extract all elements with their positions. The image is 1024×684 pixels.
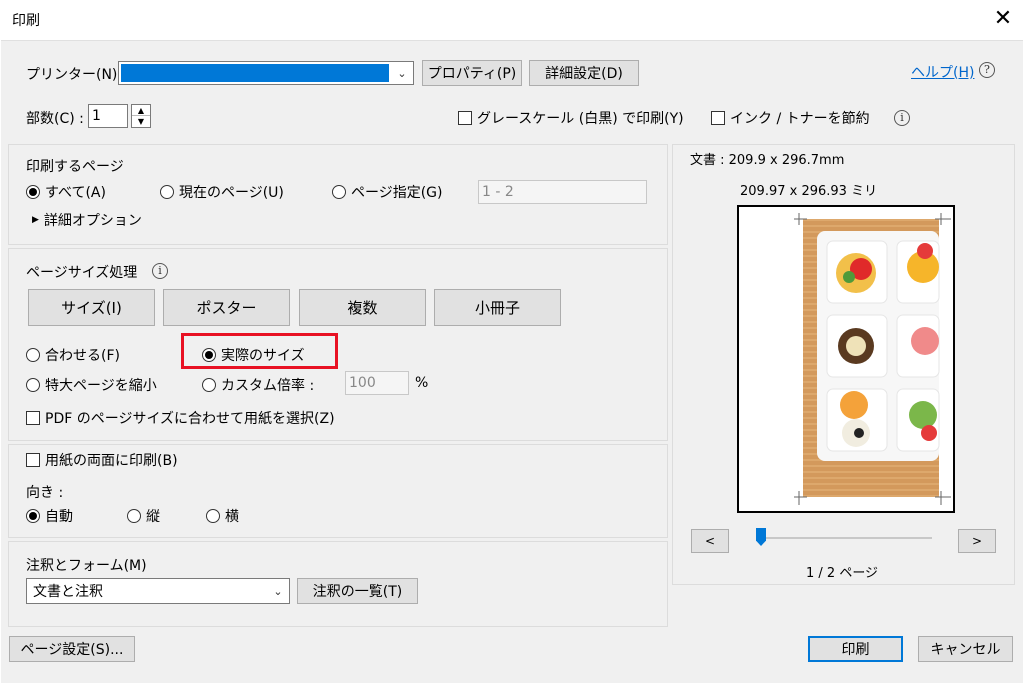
info-icon[interactable]: i (152, 263, 168, 279)
poster-button[interactable]: ポスター (163, 289, 290, 326)
grayscale-option[interactable]: グレースケール (白黒) で印刷(Y) (458, 108, 684, 128)
percent-label: % (415, 375, 429, 391)
duplex-option[interactable]: 用紙の両面に印刷(B) (26, 450, 178, 470)
orientation-portrait-option[interactable]: 縦 (127, 506, 160, 526)
radio-selected-icon[interactable] (26, 185, 40, 199)
pdf-paper-option[interactable]: PDF のページサイズに合わせて用紙を選択(Z) (26, 408, 335, 428)
radio-icon[interactable] (160, 185, 174, 199)
grayscale-label: グレースケール (白黒) で印刷(Y) (477, 111, 684, 127)
printer-label: プリンター(N) : (26, 67, 127, 83)
save-ink-checkbox[interactable] (711, 111, 725, 125)
radio-icon[interactable] (332, 185, 346, 199)
shrink-option[interactable]: 特大ページを縮小 (26, 375, 157, 395)
copies-input[interactable]: 1 (88, 104, 128, 128)
comments-heading: 注釈とフォーム(M) (26, 558, 147, 574)
radio-icon[interactable] (26, 348, 40, 362)
save-ink-label: インク / トナーを節約 (730, 111, 870, 127)
title-bar (0, 0, 1024, 40)
fit-option[interactable]: 合わせる(F) (26, 345, 120, 365)
orientation-heading: 向き : (26, 485, 64, 501)
next-page-button[interactable]: > (958, 529, 996, 553)
orientation-landscape-label: 横 (225, 509, 239, 525)
radio-selected-icon[interactable] (202, 348, 216, 362)
radio-selected-icon[interactable] (26, 509, 40, 523)
custom-scale-input[interactable]: 100 (345, 371, 409, 395)
radio-icon[interactable] (206, 509, 220, 523)
properties-button[interactable]: プロパティ(P) (422, 60, 522, 86)
size-button[interactable]: サイズ(I) (28, 289, 155, 326)
orientation-landscape-option[interactable]: 横 (206, 506, 239, 526)
printer-selected-value (121, 64, 389, 82)
copies-label: 部数(C) : (26, 111, 84, 127)
comments-summary-button[interactable]: 注釈の一覧(T) (297, 578, 418, 604)
actual-size-label: 実際のサイズ (221, 348, 305, 364)
page-indicator: 1 / 2 ページ (806, 566, 879, 581)
chevron-down-icon: ⌄ (397, 66, 407, 80)
info-icon[interactable]: i (894, 110, 910, 126)
advanced-settings-button[interactable]: 詳細設定(D) (529, 60, 639, 86)
comments-select-value: 文書と注釈 (33, 584, 103, 600)
prev-page-button[interactable]: < (691, 529, 729, 553)
window-title: 印刷 (12, 13, 40, 29)
multiple-button[interactable]: 複数 (299, 289, 426, 326)
more-options-toggle[interactable]: ▶ 詳細オプション (32, 210, 142, 230)
help-icon[interactable]: ? (979, 62, 995, 78)
food-photo-image (739, 207, 953, 511)
pages-all-label: すべて(A) (45, 185, 106, 201)
cancel-button[interactable]: キャンセル (918, 636, 1013, 662)
custom-scale-option[interactable]: カスタム倍率 : (202, 375, 314, 395)
grayscale-checkbox[interactable] (458, 111, 472, 125)
page-preview (737, 205, 955, 513)
page-setup-button[interactable]: ページ設定(S)... (9, 636, 135, 662)
pages-all-option[interactable]: すべて(A) (26, 182, 106, 202)
actual-size-option[interactable]: 実際のサイズ (202, 345, 305, 365)
pages-current-option[interactable]: 現在のページ(U) (160, 182, 284, 202)
help-link[interactable]: ヘルプ(H) (911, 62, 974, 82)
triangle-right-icon: ▶ (32, 215, 39, 225)
more-options-label: 詳細オプション (43, 213, 142, 229)
radio-icon[interactable] (26, 378, 40, 392)
pdf-paper-label: PDF のページサイズに合わせて用紙を選択(Z) (45, 411, 335, 427)
page-slider-track[interactable] (756, 537, 932, 539)
pdf-paper-checkbox[interactable] (26, 411, 40, 425)
pages-specify-label: ページ指定(G) (351, 185, 443, 201)
copies-stepper[interactable]: ▲ ▼ (131, 104, 151, 128)
stepper-up-icon[interactable]: ▲ (132, 105, 150, 116)
save-ink-option[interactable]: インク / トナーを節約 (711, 108, 870, 128)
shrink-label: 特大ページを縮小 (45, 378, 157, 394)
orientation-auto-option[interactable]: 自動 (26, 506, 73, 526)
paper-size: 209.97 x 296.93 ミリ (740, 184, 878, 199)
pages-specify-option[interactable]: ページ指定(G) (332, 182, 443, 202)
page-range-input[interactable]: 1 - 2 (478, 180, 647, 204)
orientation-portrait-label: 縦 (146, 509, 160, 525)
chevron-down-icon: ⌄ (273, 584, 283, 598)
duplex-label: 用紙の両面に印刷(B) (45, 453, 178, 469)
booklet-button[interactable]: 小冊子 (434, 289, 561, 326)
document-size: 文書 : 209.9 x 296.7mm (690, 153, 845, 168)
close-icon[interactable]: ✕ (990, 6, 1016, 32)
radio-icon[interactable] (202, 378, 216, 392)
radio-icon[interactable] (127, 509, 141, 523)
fit-label: 合わせる(F) (45, 348, 120, 364)
print-button[interactable]: 印刷 (808, 636, 903, 662)
duplex-checkbox[interactable] (26, 453, 40, 467)
pages-heading: 印刷するページ (26, 159, 124, 175)
orientation-auto-label: 自動 (45, 509, 73, 525)
pages-current-label: 現在のページ(U) (179, 185, 284, 201)
comments-select[interactable]: 文書と注釈 ⌄ (26, 578, 290, 604)
stepper-down-icon[interactable]: ▼ (132, 116, 150, 127)
custom-scale-label: カスタム倍率 : (221, 378, 315, 394)
printer-select[interactable]: ⌄ (118, 61, 414, 85)
page-sizing-heading: ページサイズ処理 (26, 265, 138, 281)
